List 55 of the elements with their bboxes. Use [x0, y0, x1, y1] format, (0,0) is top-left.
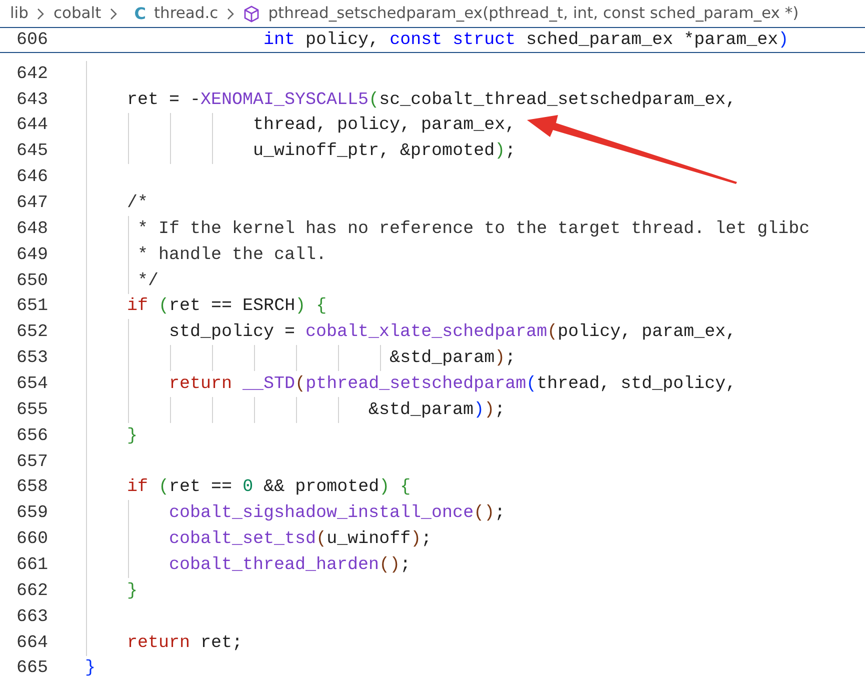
line-number: 648 — [15, 218, 48, 241]
line-number: 655 — [15, 398, 48, 422]
line-number: 657 — [15, 450, 48, 474]
code-comment: * If the kernel has no reference to the target thread. let glibc — [138, 218, 810, 241]
line-number: 665 — [15, 657, 48, 680]
cube-icon — [243, 4, 260, 22]
line-number: 646 — [15, 166, 48, 190]
code-comment: /* — [127, 192, 148, 215]
line-number: 651 — [15, 295, 48, 318]
breadcrumb-symbol[interactable]: pthread_setschedparam_ex(pthread_t, int, const sched_param_ex *) — [268, 2, 799, 26]
breadcrumb-item[interactable]: lib — [10, 2, 28, 26]
code-line: cobalt_thread_harden(); — [169, 554, 411, 577]
line-number: 643 — [15, 88, 48, 112]
line-number: 649 — [15, 244, 48, 267]
code-line: ret = -XENOMAI_SYSCALL5(sc_cobalt_thread_setschedparam_ex, — [127, 88, 736, 112]
code-line: } — [127, 580, 138, 603]
code-line: std_policy = cobalt_xlate_schedparam(policy, param_ex, — [169, 321, 736, 344]
code-line: } — [127, 424, 138, 448]
line-number: 653 — [15, 347, 48, 370]
code-line: int policy, const struct sched_param_ex *param_ex) — [264, 28, 789, 52]
line-number: 660 — [15, 528, 48, 552]
code-comment: */ — [138, 270, 159, 293]
line-number: 663 — [15, 606, 48, 629]
code-line: cobalt_sigshadow_install_once(); — [169, 502, 506, 526]
line-number: 658 — [15, 476, 48, 500]
chevron-icon — [109, 8, 118, 20]
code-line: thread, policy, param_ex, — [253, 114, 516, 138]
code-line: if (ret == ESRCH) { — [127, 295, 327, 318]
line-number: 650 — [15, 270, 48, 293]
line-number: 661 — [15, 554, 48, 577]
code-line: } — [85, 657, 96, 680]
code-line: &std_param)); — [368, 398, 506, 422]
line-number: 645 — [15, 140, 48, 164]
line-number: 652 — [15, 321, 48, 344]
breadcrumb-item[interactable]: cobalt — [53, 2, 102, 26]
line-number: 644 — [15, 114, 48, 138]
code-line: u_winoff_ptr, &promoted); — [253, 140, 516, 164]
line-number: 664 — [15, 632, 48, 655]
line-number: 656 — [15, 424, 48, 448]
line-number: 647 — [15, 192, 48, 215]
line-number: 642 — [15, 62, 48, 86]
line-number: 659 — [15, 502, 48, 526]
code-comment: * handle the call. — [138, 244, 327, 267]
line-number: 662 — [15, 580, 48, 603]
chevron-icon — [226, 8, 236, 20]
breadcrumb-item[interactable]: thread.c — [154, 2, 218, 26]
code-line: &std_param); — [390, 347, 516, 370]
chevron-icon — [36, 8, 46, 20]
language-icon: C — [134, 2, 146, 26]
line-number: 606 — [15, 28, 48, 52]
code-line: return __STD(pthread_setschedparam(thread, std_policy, — [169, 372, 736, 396]
code-line: cobalt_set_tsd(u_winoff); — [169, 528, 432, 552]
line-number: 654 — [15, 372, 48, 396]
code-line: if (ret == 0 && promoted) { — [127, 476, 411, 500]
code-line: return ret; — [127, 632, 243, 655]
